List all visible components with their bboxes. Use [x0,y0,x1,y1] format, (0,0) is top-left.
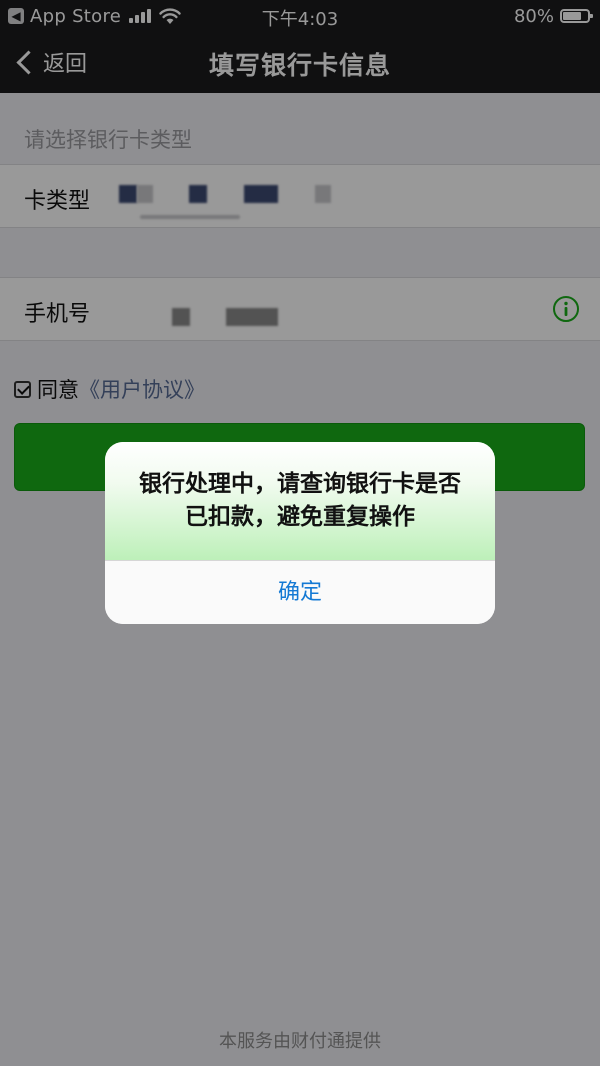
alert-dialog: 银行处理中，请查询银行卡是否已扣款，避免重复操作 确定 [105,442,495,624]
alert-body: 银行处理中，请查询银行卡是否已扣款，避免重复操作 [105,442,495,561]
alert-confirm-button[interactable]: 确定 [105,561,495,624]
alert-message: 银行处理中，请查询银行卡是否已扣款，避免重复操作 [139,471,461,530]
